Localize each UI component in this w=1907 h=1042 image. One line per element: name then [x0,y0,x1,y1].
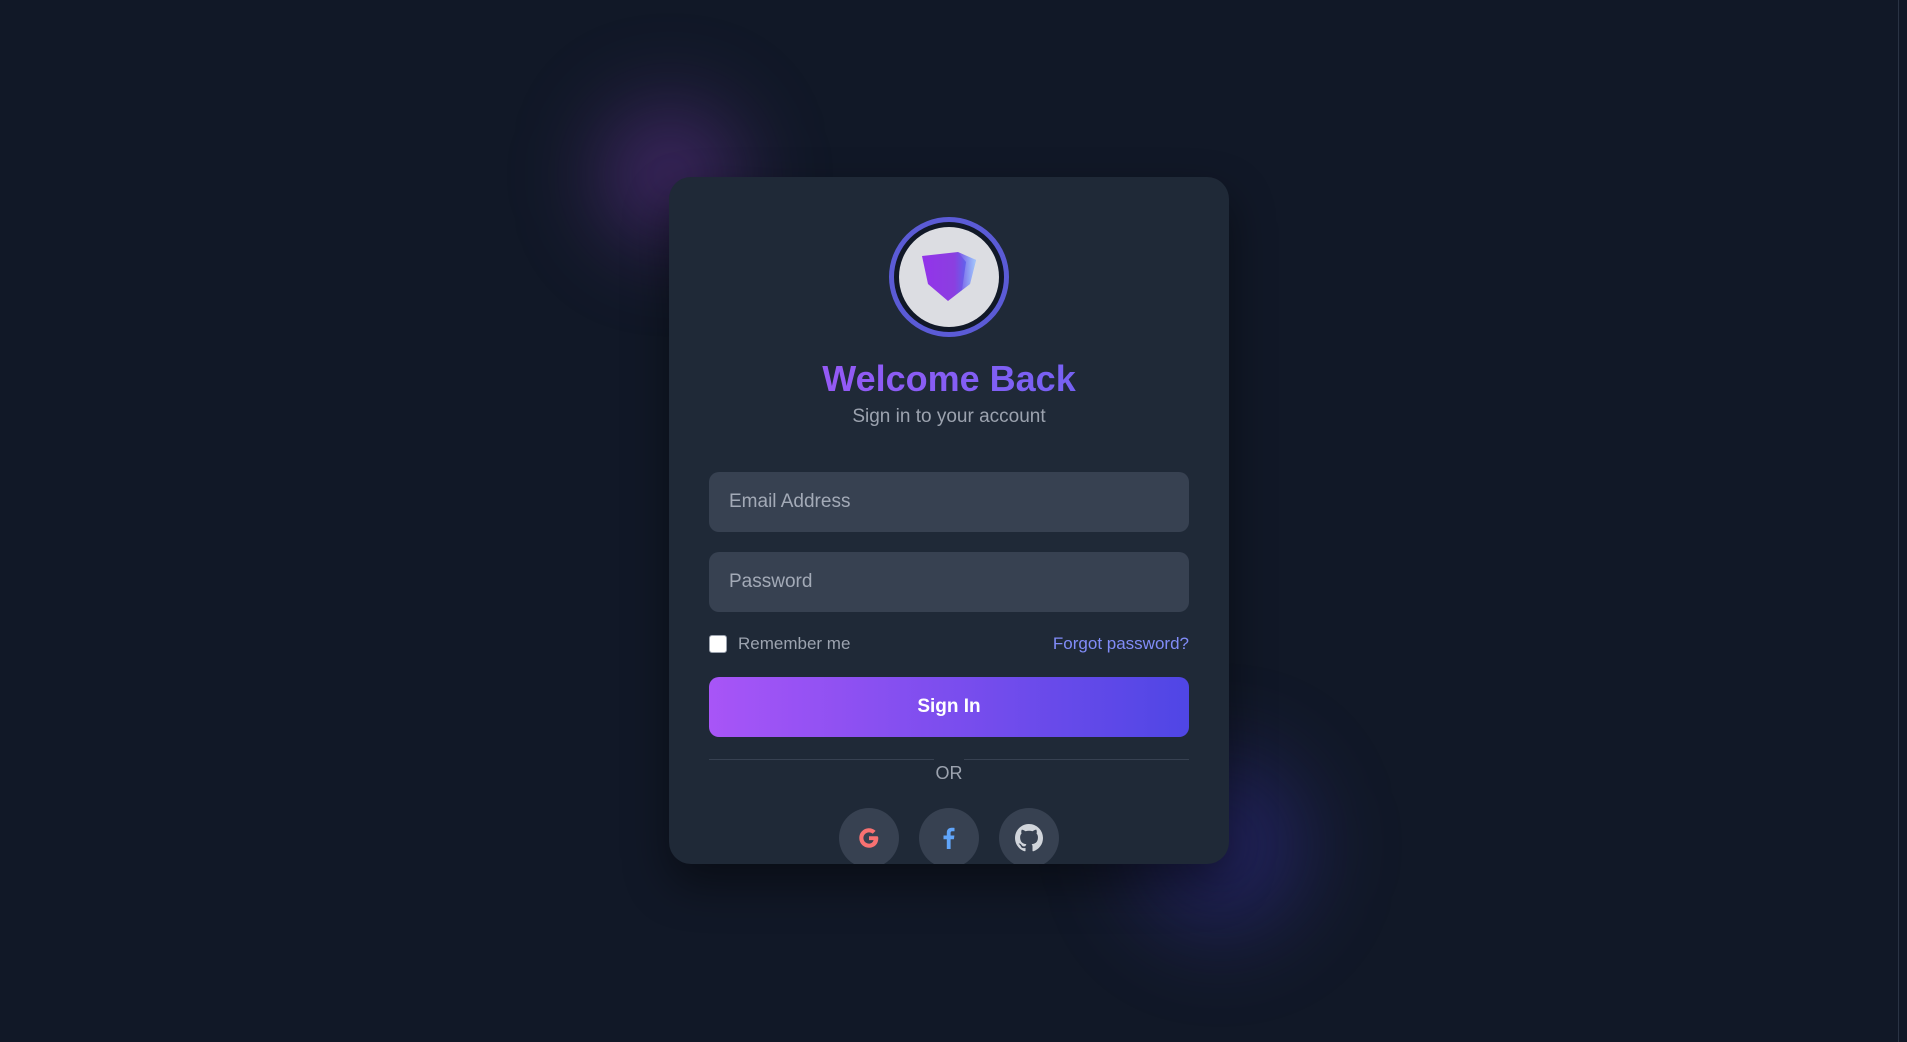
email-field[interactable] [709,472,1189,532]
sign-in-button[interactable]: Sign In [709,677,1189,737]
logo [889,217,1009,337]
or-divider: OR [709,759,1189,783]
remember-me-label[interactable]: Remember me [738,634,850,654]
forgot-password-link[interactable]: Forgot password? [1053,634,1189,654]
remember-me[interactable]: Remember me [709,634,850,654]
page-title: Welcome Back [669,357,1229,401]
page: Welcome Back Sign in to your account Rem… [0,0,1907,1042]
divider-line-right [964,759,1189,760]
github-icon [1015,824,1043,852]
divider-line-left [709,759,934,760]
github-login-button[interactable] [999,808,1059,864]
login-options-row: Remember me Forgot password? [709,631,1189,657]
logo-badge [899,227,999,327]
social-login-buttons [669,808,1229,864]
google-icon [859,828,879,848]
page-scrollbar[interactable] [1898,0,1907,1042]
remember-me-checkbox[interactable] [709,635,727,653]
shield-icon [922,252,976,301]
google-login-button[interactable] [839,808,899,864]
divider-label: OR [935,763,963,783]
password-field[interactable] [709,552,1189,612]
page-subtitle: Sign in to your account [852,406,1046,427]
facebook-icon [943,827,955,849]
facebook-login-button[interactable] [919,808,979,864]
login-card: Welcome Back Sign in to your account Rem… [669,177,1229,864]
